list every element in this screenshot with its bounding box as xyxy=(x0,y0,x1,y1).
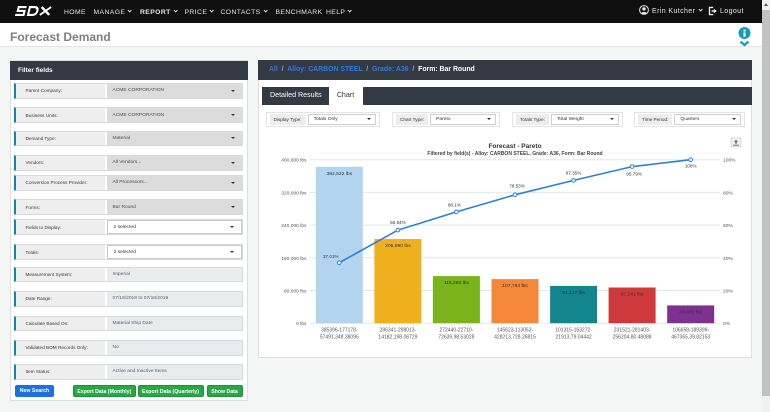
svg-text:43,485 lbs: 43,485 lbs xyxy=(679,309,702,315)
svg-text:400,000 lbs: 400,000 lbs xyxy=(281,158,307,164)
svg-text:Forecast - Pareto: Forecast - Pareto xyxy=(488,143,541,150)
svg-text:467365,39.82153: 467365,39.82153 xyxy=(671,335,710,341)
svg-text:160,000 lbs: 160,000 lbs xyxy=(281,256,307,262)
svg-text:0%: 0% xyxy=(723,321,731,327)
svg-text:68.1%: 68.1% xyxy=(448,202,461,207)
svg-text:57491,348.38095: 57491,348.38095 xyxy=(320,335,359,341)
svg-text:80,000 lbs: 80,000 lbs xyxy=(284,289,307,295)
svg-text:107,784 lbs: 107,784 lbs xyxy=(502,283,528,289)
svg-text:80%: 80% xyxy=(723,190,733,196)
svg-text:231521-281403-: 231521-281403- xyxy=(614,328,651,334)
svg-text:385396-177178-: 385396-177178- xyxy=(321,328,358,334)
svg-text:78.53%: 78.53% xyxy=(509,183,525,188)
svg-text:87.35%: 87.35% xyxy=(566,170,582,175)
svg-text:286341-298013-: 286341-298013- xyxy=(380,328,417,334)
svg-text:100%: 100% xyxy=(723,158,736,164)
svg-text:0 lbs: 0 lbs xyxy=(296,321,307,327)
svg-text:60%: 60% xyxy=(723,223,733,229)
svg-text:205,990 lbs: 205,990 lbs xyxy=(385,243,411,249)
svg-text:145623-113052-: 145623-113052- xyxy=(497,328,534,334)
svg-text:20%: 20% xyxy=(723,289,733,295)
svg-text:56.94%: 56.94% xyxy=(390,220,406,225)
svg-text:37.01%: 37.01% xyxy=(323,254,339,259)
svg-text:14182,198.06729: 14182,198.06729 xyxy=(378,335,417,341)
svg-text:382,522 lbs: 382,522 lbs xyxy=(327,171,353,177)
svg-text:72639,98.53028: 72639,98.53028 xyxy=(438,335,474,341)
svg-text:240,000 lbs: 240,000 lbs xyxy=(281,223,307,229)
svg-text:21913,79.04442: 21913,79.04442 xyxy=(556,335,592,341)
svg-text:320,000 lbs: 320,000 lbs xyxy=(281,190,307,196)
svg-text:272440-22710-: 272440-22710- xyxy=(439,328,473,334)
svg-text:40%: 40% xyxy=(723,256,733,262)
svg-text:256204,80.48088: 256204,80.48088 xyxy=(613,335,652,341)
svg-text:91,217 lbs: 91,217 lbs xyxy=(562,290,585,296)
svg-text:100%: 100% xyxy=(685,164,697,169)
svg-text:101315-163272-: 101315-163272- xyxy=(555,328,592,334)
svg-text:87,241 lbs: 87,241 lbs xyxy=(621,292,644,298)
svg-text:95.79%: 95.79% xyxy=(626,172,642,177)
svg-text:106658-189399-: 106658-189399- xyxy=(672,328,709,334)
svg-text:428213,728.26815: 428213,728.26815 xyxy=(494,335,536,341)
svg-text:Filtered by field(s) - Alloy:: Filtered by field(s) - Alloy: CARBON STE… xyxy=(427,151,602,157)
svg-text:115,280 lbs: 115,280 lbs xyxy=(444,280,470,286)
